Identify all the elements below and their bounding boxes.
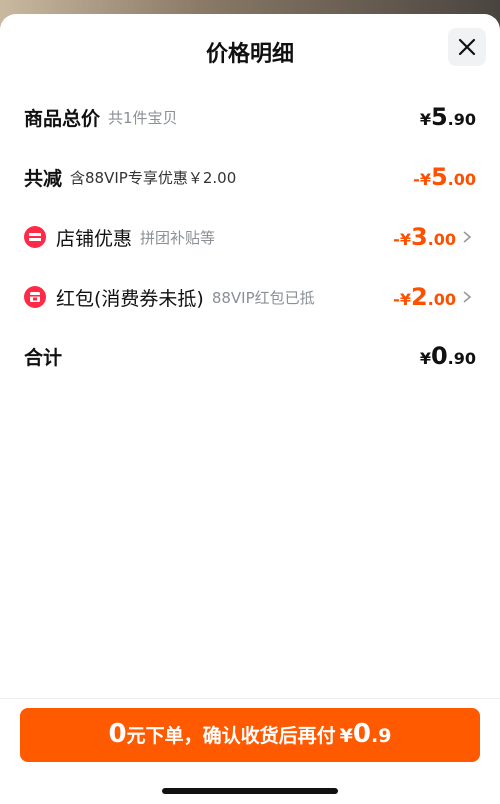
total-price-label: 商品总价 bbox=[24, 107, 101, 130]
red-packet-amount: -¥ 2 .00 bbox=[393, 283, 456, 311]
cta-dec: .9 bbox=[370, 725, 392, 747]
close-button[interactable] bbox=[448, 28, 486, 66]
total-price-row: 商品总价 共1件宝贝 ¥ 5 .90 bbox=[24, 97, 476, 137]
store-discount-row[interactable]: 店铺优惠 拼团补贴等 -¥ 3 .00 bbox=[24, 217, 476, 257]
chevron-right-icon bbox=[462, 230, 476, 244]
red-packet-icon bbox=[24, 286, 46, 308]
cta-prefix-number: 0 bbox=[108, 719, 127, 749]
total-reduction-label: 共减 bbox=[24, 167, 63, 190]
cta-int: 0 bbox=[352, 719, 371, 749]
cta-text: 元下单，确认收货后再付 bbox=[126, 725, 336, 747]
sum-label: 合计 bbox=[24, 346, 63, 369]
store-discount-icon bbox=[24, 226, 46, 248]
red-packet-sub: 88VIP红包已抵 bbox=[211, 288, 315, 307]
sum-amount: ¥ 0 .90 bbox=[419, 342, 476, 370]
red-packet-row[interactable]: 红包(消费券未抵) 88VIP红包已抵 -¥ 2 .00 bbox=[24, 277, 476, 317]
total-price-amount: ¥ 5 .90 bbox=[419, 103, 476, 131]
home-indicator bbox=[162, 788, 338, 794]
vip-discount-note: 含88VIP专享优惠￥2.00 bbox=[70, 168, 237, 187]
close-icon bbox=[458, 38, 476, 56]
store-discount-amount: -¥ 3 .00 bbox=[393, 223, 456, 251]
price-detail-sheet: 价格明细 商品总价 共1件宝贝 ¥ 5 .90 共减 含88VIP专享优惠￥2.… bbox=[0, 14, 500, 804]
sheet-title: 价格明细 bbox=[205, 42, 294, 67]
sum-row: 合计 ¥ 0 .90 bbox=[24, 336, 476, 376]
chevron-right-icon bbox=[462, 290, 476, 304]
total-reduction-amount: -¥ 5 .00 bbox=[413, 163, 476, 191]
item-count: 共1件宝贝 bbox=[108, 108, 178, 127]
cta-currency: ¥ bbox=[339, 725, 353, 747]
store-discount-label: 店铺优惠 bbox=[56, 227, 133, 250]
total-reduction-row: 共减 含88VIP专享优惠￥2.00 -¥ 5 .00 bbox=[24, 157, 476, 197]
red-packet-label: 红包(消费券未抵) bbox=[56, 287, 204, 310]
store-discount-sub: 拼团补贴等 bbox=[140, 228, 216, 247]
order-button[interactable]: 0 元下单，确认收货后再付 ¥ 0 .9 bbox=[20, 708, 480, 762]
footer-divider bbox=[0, 698, 500, 699]
